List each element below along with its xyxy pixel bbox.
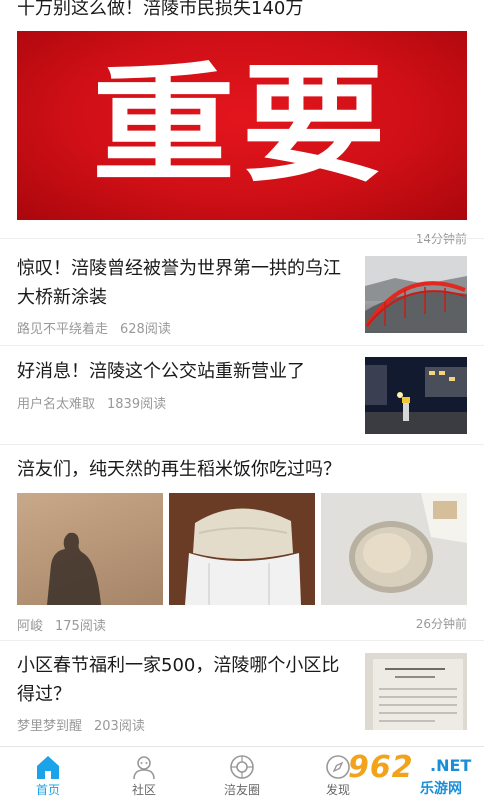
- notice-document-illustration: [365, 653, 467, 730]
- community-icon: [133, 756, 155, 780]
- bus-stop-illustration: [365, 357, 467, 434]
- article-author: 阿峻: [17, 619, 44, 634]
- gallery-image-rice-bag[interactable]: [169, 493, 315, 605]
- article-author: 用户名太难取: [17, 397, 96, 412]
- friends-circle-icon: [230, 755, 254, 779]
- article-reads: 628阅读: [120, 322, 171, 337]
- site-watermark: 962 .NET 乐游网: [344, 748, 484, 800]
- article-title[interactable]: 小区春节福利一家500，涪陵哪个小区比得过？: [17, 651, 347, 709]
- article-thumbnail-notice[interactable]: [365, 653, 467, 730]
- rice-bowl-illustration: [321, 493, 467, 605]
- article-title[interactable]: 好消息！涪陵这个公交站重新营业了: [17, 357, 347, 386]
- watermark-number: 962: [348, 750, 414, 785]
- tab-community[interactable]: 社区: [96, 747, 192, 800]
- article-thumbnail-bus-stop[interactable]: [365, 357, 467, 434]
- tab-label: 涪友圈: [223, 783, 260, 797]
- bridge-illustration: [365, 256, 467, 333]
- tab-label: 社区: [131, 783, 156, 797]
- divider: [0, 640, 484, 641]
- shadow-illustration: [47, 532, 101, 605]
- tab-home[interactable]: 首页: [0, 747, 96, 800]
- article-meta: 梦里梦到醒 203阅读: [17, 715, 145, 734]
- watermark-site: 乐游网: [420, 781, 462, 797]
- divider: [0, 345, 484, 346]
- article-thumbnail-bridge[interactable]: [365, 256, 467, 333]
- top-article-title[interactable]: 十万别这么做！涪陵市民损失140万: [17, 0, 303, 20]
- article-author: 路见不平绕着走: [17, 322, 109, 337]
- article-image-gallery[interactable]: [17, 493, 467, 605]
- gallery-image-shadow[interactable]: [17, 493, 163, 605]
- rice-bag-illustration: [169, 493, 315, 605]
- article-meta: 阿峻 175阅读: [17, 615, 106, 634]
- tab-label: 首页: [35, 783, 60, 797]
- top-article-banner-image[interactable]: 重要: [17, 31, 467, 220]
- gallery-image-rice-bowl[interactable]: [321, 493, 467, 605]
- article-time: 26分钟前: [415, 617, 467, 631]
- article-title[interactable]: 涪友们，纯天然的再生稻米饭你吃过吗？: [17, 455, 467, 484]
- article-title[interactable]: 惊叹！涪陵曾经被誉为世界第一拱的乌江大桥新涂装: [17, 254, 347, 312]
- article-reads: 203阅读: [94, 719, 145, 734]
- home-icon: [37, 756, 59, 779]
- article-meta: 用户名太难取 1839阅读: [17, 393, 166, 412]
- article-reads: 1839阅读: [107, 397, 167, 412]
- banner-text: 重要: [91, 50, 393, 200]
- article-meta: 路见不平绕着走 628阅读: [17, 318, 171, 337]
- tab-friends-circle[interactable]: 涪友圈: [194, 747, 290, 800]
- watermark-net: .NET: [430, 756, 472, 775]
- divider: [0, 444, 484, 445]
- divider: [0, 238, 484, 239]
- news-feed[interactable]: 十万别这么做！涪陵市民损失140万 重要 14分钟前 惊叹！涪陵曾经被誉为世界第…: [0, 0, 484, 746]
- article-reads: 175阅读: [55, 619, 106, 634]
- article-author: 梦里梦到醒: [17, 719, 83, 734]
